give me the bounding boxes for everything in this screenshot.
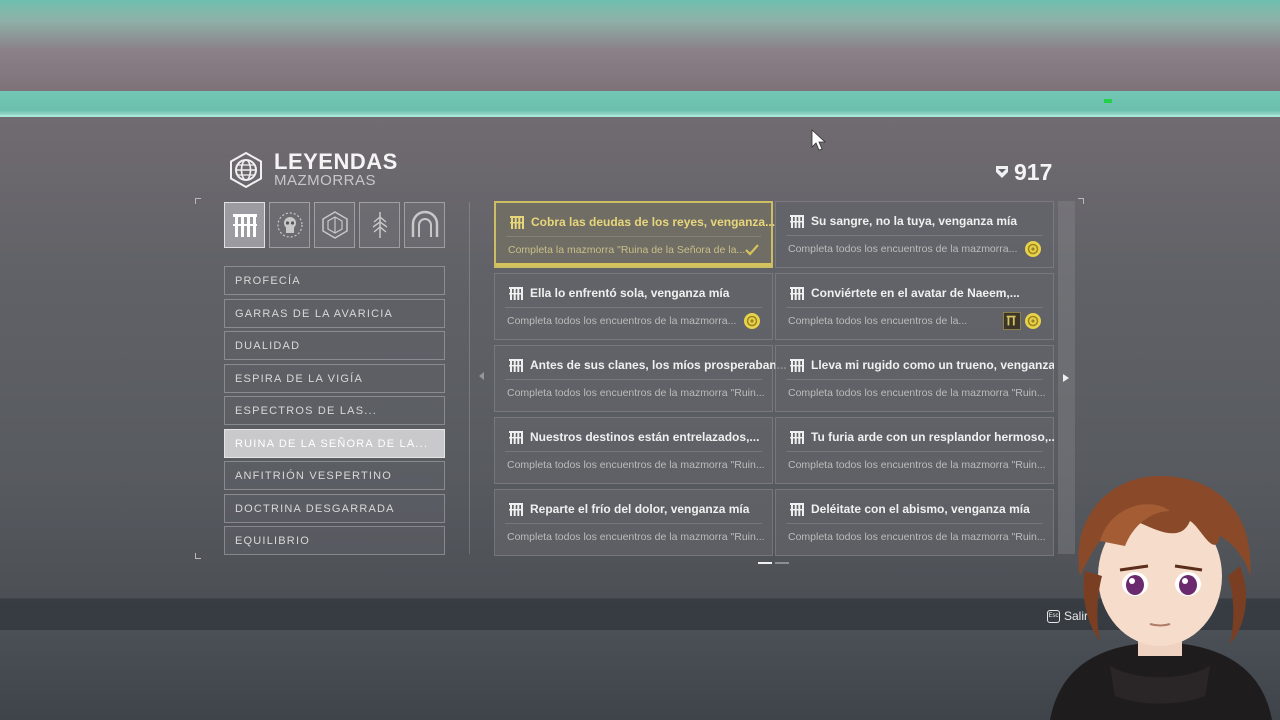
triumph-card[interactable]: Antes de sus clanes, los míos prosperaba… [494, 345, 787, 412]
card-divider [505, 307, 762, 308]
triumph-card[interactable]: Su sangre, no la tuya, venganza mía Compl… [775, 201, 1054, 268]
triumph-title: Antes de sus clanes, los míos prosperaba… [530, 358, 787, 372]
triumph-description: Completa todos los encuentros de la mazm… [788, 387, 1046, 399]
triumph-title: Deléitate con el abismo, venganza mía [811, 502, 1030, 516]
triumph-description: Completa todos los encuentros de la... [788, 315, 968, 327]
seal-emblem-icon [1003, 312, 1021, 330]
frame-corner [195, 553, 201, 559]
triumph-title: Tu furia arde con un resplandor hermoso,… [811, 430, 1054, 444]
card-divider [786, 451, 1043, 452]
tab-feather[interactable] [359, 202, 400, 248]
triumph-card[interactable]: Nuestros destinos están entrelazados,...… [494, 417, 773, 484]
dungeon-gate-icon [510, 216, 524, 229]
card-divider [505, 379, 762, 380]
triumph-title: Ella lo enfrentó sola, venganza mía [530, 286, 730, 300]
top-background-band [0, 0, 1280, 92]
streamer-avatar [1050, 476, 1272, 720]
dungeon-gate-icon [509, 359, 523, 372]
card-divider [786, 523, 1043, 524]
page-dot[interactable] [775, 562, 789, 564]
sidebar-item-profecia[interactable]: PROFECÍA [224, 266, 445, 295]
triumph-card[interactable]: Ella lo enfrentó sola, venganza mía Compl… [494, 273, 773, 340]
hexagon-emblem-icon [321, 211, 348, 239]
triumph-title: Lleva mi rugido como un trueno, venganza… [811, 358, 1054, 372]
triumph-card[interactable]: Conviértete en el avatar de Naeem,... Com… [775, 273, 1054, 340]
reward-coin-icon [744, 313, 760, 329]
page-right-arrow-icon[interactable] [1063, 374, 1069, 382]
triumph-title: Cobra las deudas de los reyes, venganza.… [531, 215, 776, 229]
sidebar-item-equilibrio[interactable]: EQUILIBRIO [224, 526, 445, 555]
dungeon-gate-icon [790, 215, 804, 228]
feather-emblem-icon [372, 212, 387, 238]
triumph-description: Completa todos los encuentros de la mazm… [788, 531, 1046, 543]
dungeon-gate-icon [509, 287, 523, 300]
page-indicator [758, 562, 789, 564]
triumph-title: Reparte el frío del dolor, venganza mía [530, 502, 750, 516]
triumph-description: Completa todos los encuentros de la mazm… [507, 531, 765, 543]
reward-coin-icon [1025, 241, 1041, 257]
sidebar-item-garras-de-la-avaricia[interactable]: GARRAS DE LA AVARICIA [224, 298, 445, 328]
triumph-shield-icon [996, 166, 1008, 178]
checkmark-icon [745, 244, 759, 256]
sidebar-item-espectros[interactable]: ESPECTROS DE LAS... [224, 396, 445, 425]
page-dot[interactable] [758, 562, 772, 564]
card-divider [506, 236, 761, 237]
triumph-card[interactable]: Deléitate con el abismo, venganza mía Com… [775, 489, 1054, 556]
tab-skull[interactable] [269, 202, 310, 248]
triumph-card[interactable]: Tu furia arde con un resplandor hermoso,… [775, 417, 1054, 484]
score-value: 917 [1014, 158, 1053, 185]
legends-globe-icon [230, 152, 262, 188]
sidebar-item-espira-de-la-vigia[interactable]: ESPIRA DE LA VIGÍA [224, 363, 445, 393]
sidebar-item-dualidad[interactable]: DUALIDAD [224, 331, 445, 360]
triumph-title: Nuestros destinos están entrelazados,... [530, 430, 760, 444]
mouse-cursor-icon [811, 129, 827, 151]
reward-coin-icon [1025, 313, 1041, 329]
page-left-arrow-icon[interactable] [479, 372, 484, 380]
triumph-description: Completa todos los encuentros de la mazm… [788, 243, 1018, 255]
triumph-description: Completa la mazmorra "Ruina de la Señora… [508, 244, 746, 256]
triumph-description: Completa todos los encuentros de la mazm… [507, 315, 737, 327]
skull-emblem-icon [276, 212, 303, 238]
status-indicator [1104, 99, 1112, 103]
page-subtitle: MAZMORRAS [274, 172, 376, 189]
dungeon-gate-icon [790, 503, 804, 516]
sidebar-item-ruina[interactable]: RUINA DE LA SEÑORA DE LA... [224, 428, 445, 458]
category-tabs [224, 202, 445, 248]
triumph-score: 917 [996, 158, 1052, 186]
sidebar-item-anfitrion-vespertino[interactable]: ANFITRIÓN VESPERTINO [224, 461, 445, 490]
card-divider [786, 379, 1043, 380]
frame-corner [1078, 198, 1084, 204]
dungeon-gate-icon [509, 431, 523, 444]
dungeon-gate-icon [790, 431, 804, 444]
dungeon-gate-icon [790, 287, 804, 300]
triumph-card[interactable]: Lleva mi rugido como un trueno, venganza… [775, 345, 1054, 412]
triumph-grid: Cobra las deudas de los reyes, venganza.… [494, 201, 1054, 556]
dungeon-gate-icon [790, 359, 804, 372]
triumph-description: Completa todos los encuentros de la mazm… [507, 459, 765, 471]
triumph-card[interactable]: Reparte el frío del dolor, venganza mía C… [494, 489, 773, 556]
tab-hexagon[interactable] [314, 202, 355, 248]
card-divider [505, 451, 762, 452]
gate-glyph-icon [1006, 315, 1016, 326]
triumph-description: Completa todos los encuentros de la mazm… [788, 459, 1046, 471]
top-teal-bar [0, 91, 1280, 117]
card-divider [786, 235, 1043, 236]
card-divider [786, 307, 1043, 308]
tab-dungeons[interactable] [224, 202, 265, 248]
triumph-title: Conviértete en el avatar de Naeem,... [811, 286, 1020, 300]
arch-emblem-icon [411, 210, 438, 237]
sidebar-item-doctrina-desgarrada[interactable]: DOCTRINA DESGARRADA [224, 493, 445, 523]
dungeon-list: PROFECÍA GARRAS DE LA AVARICIA DUALIDAD … [224, 266, 445, 559]
tab-arch[interactable] [404, 202, 445, 248]
triumph-card[interactable]: Cobra las deudas de los reyes, venganza.… [494, 201, 776, 268]
triumph-description: Completa todos los encuentros de la mazm… [507, 387, 765, 399]
card-divider [505, 523, 762, 524]
dungeon-gate-icon [509, 503, 523, 516]
dungeon-gate-icon [232, 214, 257, 237]
triumph-title: Su sangre, no la tuya, venganza mía [811, 214, 1018, 228]
panel-divider [469, 202, 470, 554]
frame-corner [195, 198, 201, 204]
